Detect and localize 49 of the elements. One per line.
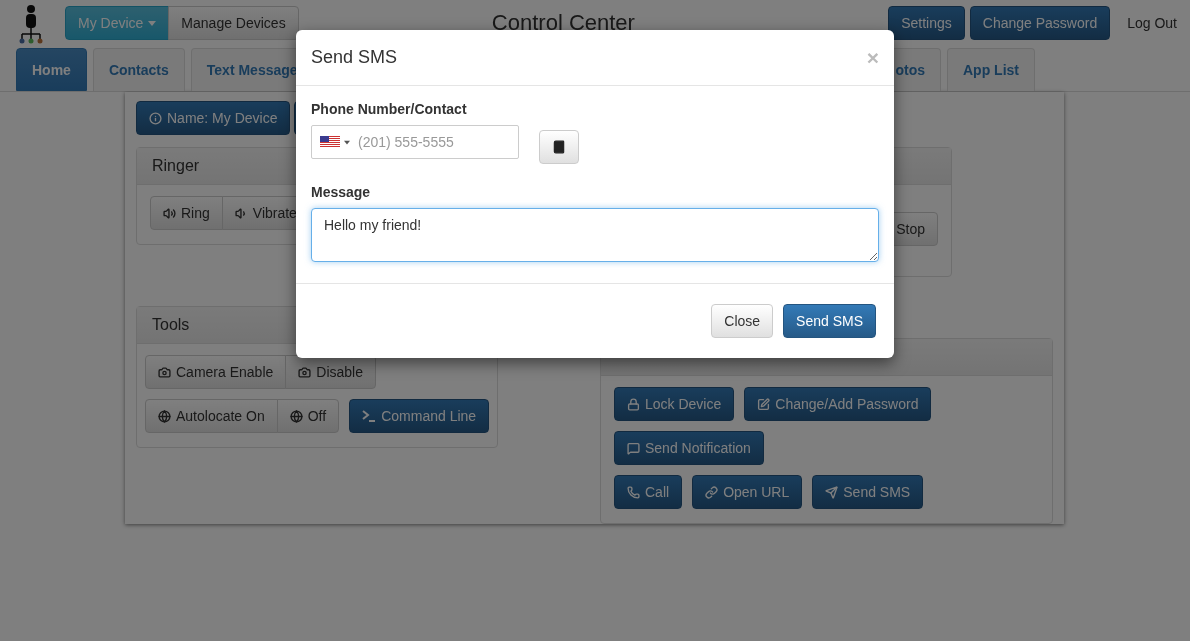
phone-icon [627, 485, 640, 499]
device-name-button[interactable]: Name: My Device [136, 101, 291, 135]
lock-icon [627, 397, 640, 411]
tab[interactable]: Contacts [92, 48, 185, 91]
ringer-button[interactable]: Ring [150, 196, 223, 230]
field-label: Phone Number/Contact [311, 101, 468, 117]
logout-link[interactable]: Log Out [1127, 15, 1177, 31]
send-icon [825, 485, 839, 499]
info-icon [149, 111, 162, 125]
header-button[interactable]: Change Password [969, 6, 1111, 40]
send-button[interactable]: Send SMS [783, 304, 876, 338]
tab[interactable]: App List [947, 48, 1035, 91]
action-button[interactable]: Send SMS [812, 475, 924, 509]
speech-bubble-icon [627, 441, 640, 455]
manage-devices-button[interactable]: Manage Devices [168, 6, 299, 40]
terminal-icon [362, 410, 377, 422]
close-button[interactable]: × [866, 45, 879, 70]
close-dialog-button[interactable]: Close [711, 304, 774, 338]
field-label: Message [311, 184, 372, 200]
camera-button[interactable]: Camera Enable [145, 355, 287, 389]
link-icon [705, 485, 719, 499]
autolocate-button[interactable]: Autolocate On [145, 399, 278, 433]
contacts-button[interactable] [539, 130, 579, 164]
action-button[interactable]: Send Notification [614, 431, 764, 465]
globe-icon [158, 409, 171, 423]
command-line-button[interactable]: Command Line [349, 399, 490, 433]
action-button[interactable]: Call [614, 475, 683, 509]
tab[interactable]: Home [16, 48, 87, 91]
dialog-title: Send SMS [311, 47, 398, 68]
caret-icon [148, 20, 157, 26]
caret-icon [344, 139, 350, 145]
speaker-icon [234, 206, 248, 220]
speaker-icon [163, 206, 176, 220]
globe-icon [289, 409, 303, 423]
action-button[interactable]: Lock Device [614, 387, 735, 421]
action-button[interactable]: Open URL [692, 475, 803, 509]
camera-icon [298, 365, 312, 379]
edit-icon [757, 397, 771, 411]
page-title: Control Center [490, 10, 636, 36]
camera-icon [158, 365, 171, 379]
device-dropdown[interactable]: My Device [65, 6, 170, 40]
header-button[interactable]: Settings [888, 6, 965, 40]
phone-field[interactable]: (201) 555-5555 [311, 125, 519, 159]
message-field[interactable]: Hello my friend! [311, 208, 879, 262]
action-button[interactable]: Change/Add Password [744, 387, 932, 421]
flag-icon [320, 136, 340, 148]
autolocate-button[interactable]: Off [276, 399, 340, 433]
logo-icon [18, 5, 44, 45]
camera-button[interactable]: Disable [285, 355, 376, 389]
